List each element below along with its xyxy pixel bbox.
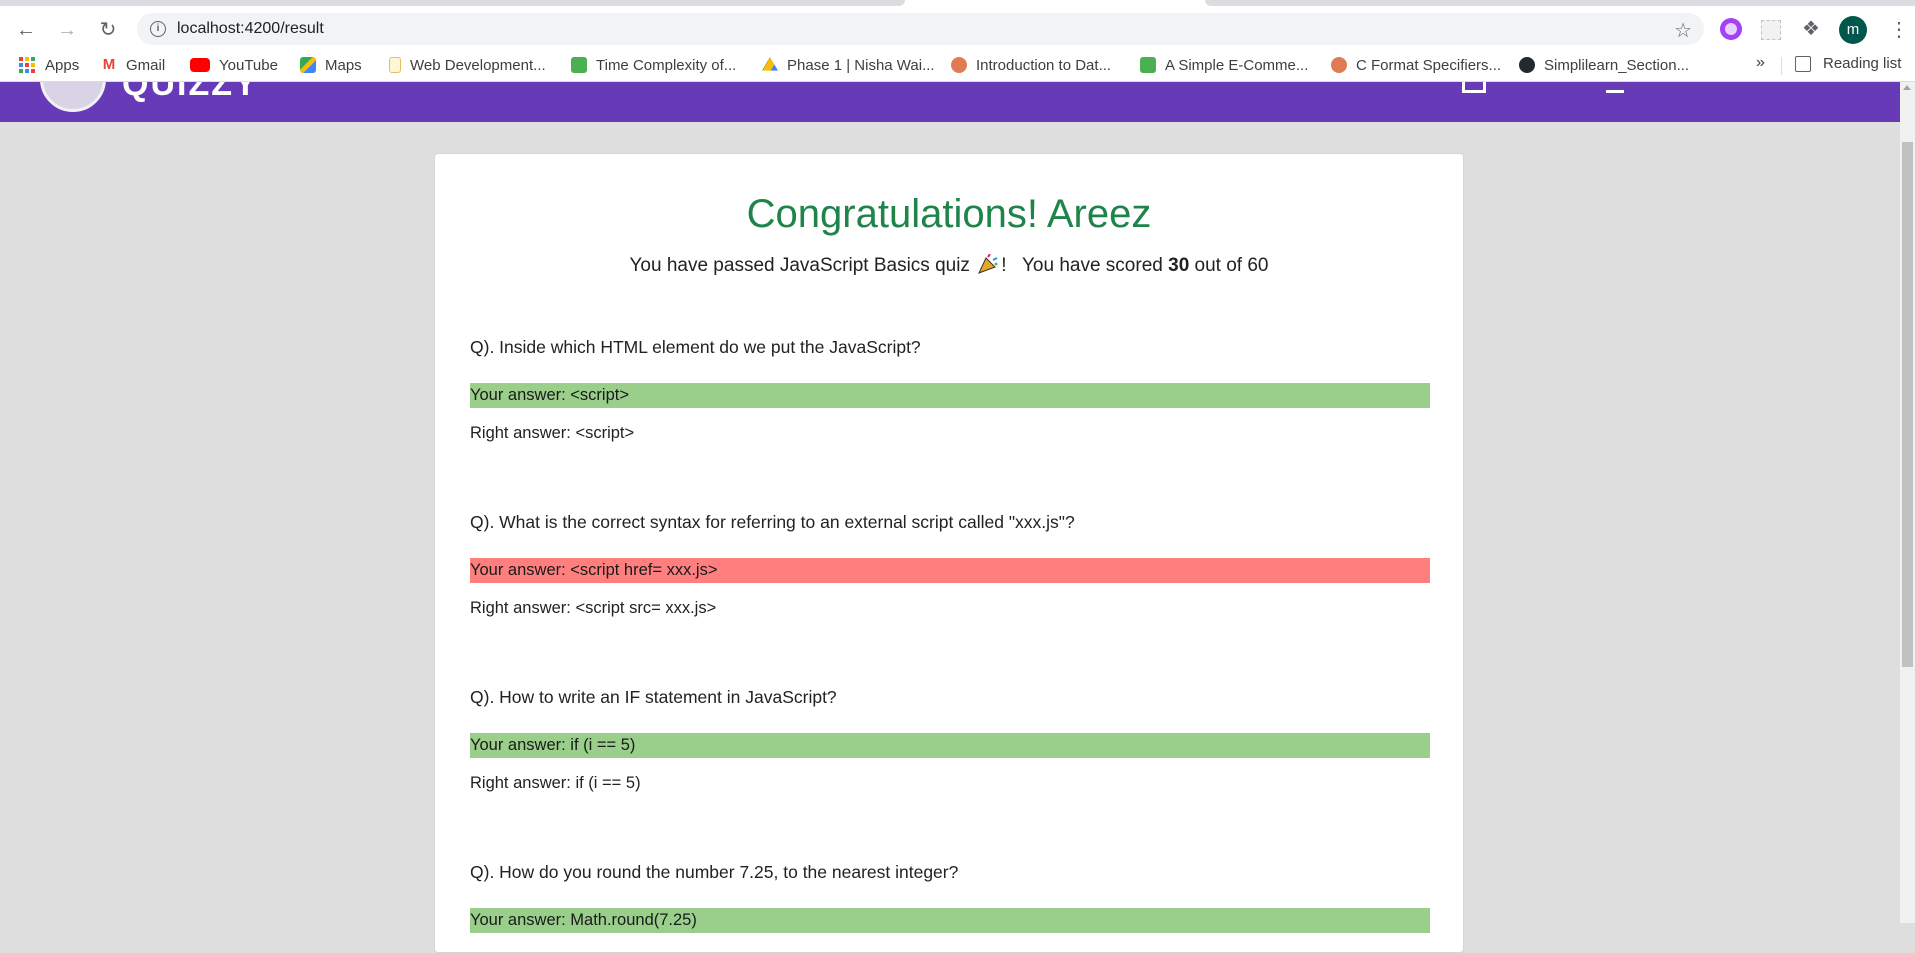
github-icon <box>1519 57 1535 73</box>
right-answer: Right answer: <script src= xxx.js> <box>470 599 717 617</box>
address-bar[interactable]: i localhost:4200/result ☆ <box>137 13 1704 45</box>
bookmark-label: Time Complexity of... <box>596 56 737 74</box>
reading-list-label: Reading list <box>1823 55 1902 72</box>
question-text: Q). How to write an IF statement in Java… <box>470 687 837 707</box>
bookmark-simple-ecommerce[interactable]: A Simple E-Comme... <box>1140 55 1308 75</box>
right-answer: Right answer: if (i == 5) <box>470 774 641 792</box>
bookmark-gmail[interactable]: M Gmail <box>101 55 165 75</box>
bookmark-c-format[interactable]: C Format Specifiers... <box>1331 55 1501 75</box>
extension-icon[interactable] <box>1720 18 1742 40</box>
your-answer-wrong: Your answer: <script href= xxx.js> <box>470 558 1430 583</box>
drive-icon <box>762 57 778 71</box>
reading-list-button[interactable]: Reading list <box>1795 55 1901 72</box>
tab-strip <box>0 0 1915 10</box>
question-text: Q). Inside which HTML element do we put … <box>470 337 921 357</box>
leaf-icon <box>571 57 587 73</box>
forward-arrow-icon[interactable]: → <box>55 18 79 42</box>
bookmark-time-complexity[interactable]: Time Complexity of... <box>571 55 736 75</box>
question-text: Q). How do you round the number 7.25, to… <box>470 862 959 882</box>
bookmark-maps[interactable]: Maps <box>300 55 362 75</box>
bookmarks-bar: Apps M Gmail YouTube Maps Web Developmen… <box>0 48 1915 82</box>
maps-icon <box>300 57 316 73</box>
url-text[interactable]: localhost:4200/result <box>177 20 324 38</box>
divider <box>1781 57 1782 75</box>
question-block: Q). Inside which HTML element do we put … <box>470 335 1430 444</box>
bookmark-label: Phase 1 | Nisha Wai... <box>787 56 935 74</box>
question-block: Q). How do you round the number 7.25, to… <box>470 860 1430 933</box>
reading-list-icon <box>1795 55 1811 72</box>
summary-score-text: ! You have scored <box>1001 255 1163 276</box>
more-menu-icon[interactable]: ⋮ <box>1889 18 1909 42</box>
puzzle-extensions-icon[interactable]: ❖ <box>1800 18 1822 40</box>
extension-placeholder-icon[interactable] <box>1761 20 1781 40</box>
bookmark-label: C Format Specifiers... <box>1356 56 1502 74</box>
header-menu-icon[interactable] <box>1606 82 1624 93</box>
header-nav-icon[interactable] <box>1462 82 1486 93</box>
your-answer-correct: Your answer: Math.round(7.25) <box>470 908 1430 933</box>
app-logo[interactable] <box>40 82 106 112</box>
gmail-icon: M <box>101 56 117 73</box>
party-popper-icon <box>978 254 998 274</box>
bookmark-star-icon[interactable]: ☆ <box>1674 18 1692 43</box>
inactive-tab[interactable] <box>1205 0 1915 6</box>
reload-icon[interactable]: ↻ <box>96 18 120 42</box>
leaf-icon <box>1140 57 1156 73</box>
result-card: Congratulations! Areez You have passed J… <box>434 153 1464 953</box>
bookmark-phase-1[interactable]: Phase 1 | Nisha Wai... <box>762 55 935 75</box>
apps-grid-icon <box>19 57 35 73</box>
youtube-icon <box>190 58 210 72</box>
bookmark-label: Introduction to Dat... <box>976 56 1112 74</box>
bookmarks-overflow-icon[interactable]: » <box>1756 54 1765 72</box>
bookmark-label: Simplilearn_Section... <box>1544 56 1690 74</box>
profile-avatar[interactable]: m <box>1839 16 1867 44</box>
inactive-tab[interactable] <box>0 0 905 6</box>
scrollbar-thumb[interactable] <box>1902 142 1913 667</box>
question-block: Q). What is the correct syntax for refer… <box>470 510 1430 619</box>
bookmark-label: Maps <box>325 56 362 74</box>
app-header: QUIZZY <box>0 82 1900 122</box>
scroll-up-arrow-icon[interactable] <box>1903 85 1911 90</box>
bookmark-label: A Simple E-Comme... <box>1165 56 1309 74</box>
back-arrow-icon[interactable]: ← <box>14 18 38 42</box>
page-scrollbar[interactable] <box>1900 82 1915 923</box>
question-block: Q). How to write an IF statement in Java… <box>470 685 1430 794</box>
score-value: 30 <box>1168 255 1190 276</box>
result-summary: You have passed JavaScript Basics quiz !… <box>435 254 1463 277</box>
score-total-text: out of 60 <box>1194 255 1269 276</box>
bookmark-introduction[interactable]: Introduction to Dat... <box>951 55 1111 75</box>
avatar-icon <box>1331 57 1347 73</box>
right-answer: Right answer: <script> <box>470 424 635 442</box>
browser-toolbar: ← → ↻ i localhost:4200/result ☆ ❖ m ⋮ <box>0 10 1915 48</box>
your-answer-correct: Your answer: <script> <box>470 383 1430 408</box>
bookmark-label: Apps <box>45 56 80 74</box>
bookmark-simplilearn[interactable]: Simplilearn_Section... <box>1519 55 1689 75</box>
question-text: Q). What is the correct syntax for refer… <box>470 512 1075 532</box>
avatar-icon <box>951 57 967 73</box>
bookmark-label: YouTube <box>219 56 278 74</box>
result-title: Congratulations! Areez <box>746 192 1152 236</box>
bookmark-youtube[interactable]: YouTube <box>190 55 278 75</box>
summary-quiz-text: You have passed JavaScript Basics quiz <box>629 255 970 276</box>
web-dev-icon <box>389 57 401 73</box>
site-info-icon[interactable]: i <box>150 21 166 37</box>
bookmark-label: Web Development... <box>410 56 546 74</box>
bookmark-web-development[interactable]: Web Development... <box>389 55 546 75</box>
your-answer-correct: Your answer: if (i == 5) <box>470 733 1430 758</box>
bookmark-label: Gmail <box>126 56 166 74</box>
app-logo-text[interactable]: QUIZZY <box>122 82 259 104</box>
bookmark-apps[interactable]: Apps <box>19 55 79 75</box>
